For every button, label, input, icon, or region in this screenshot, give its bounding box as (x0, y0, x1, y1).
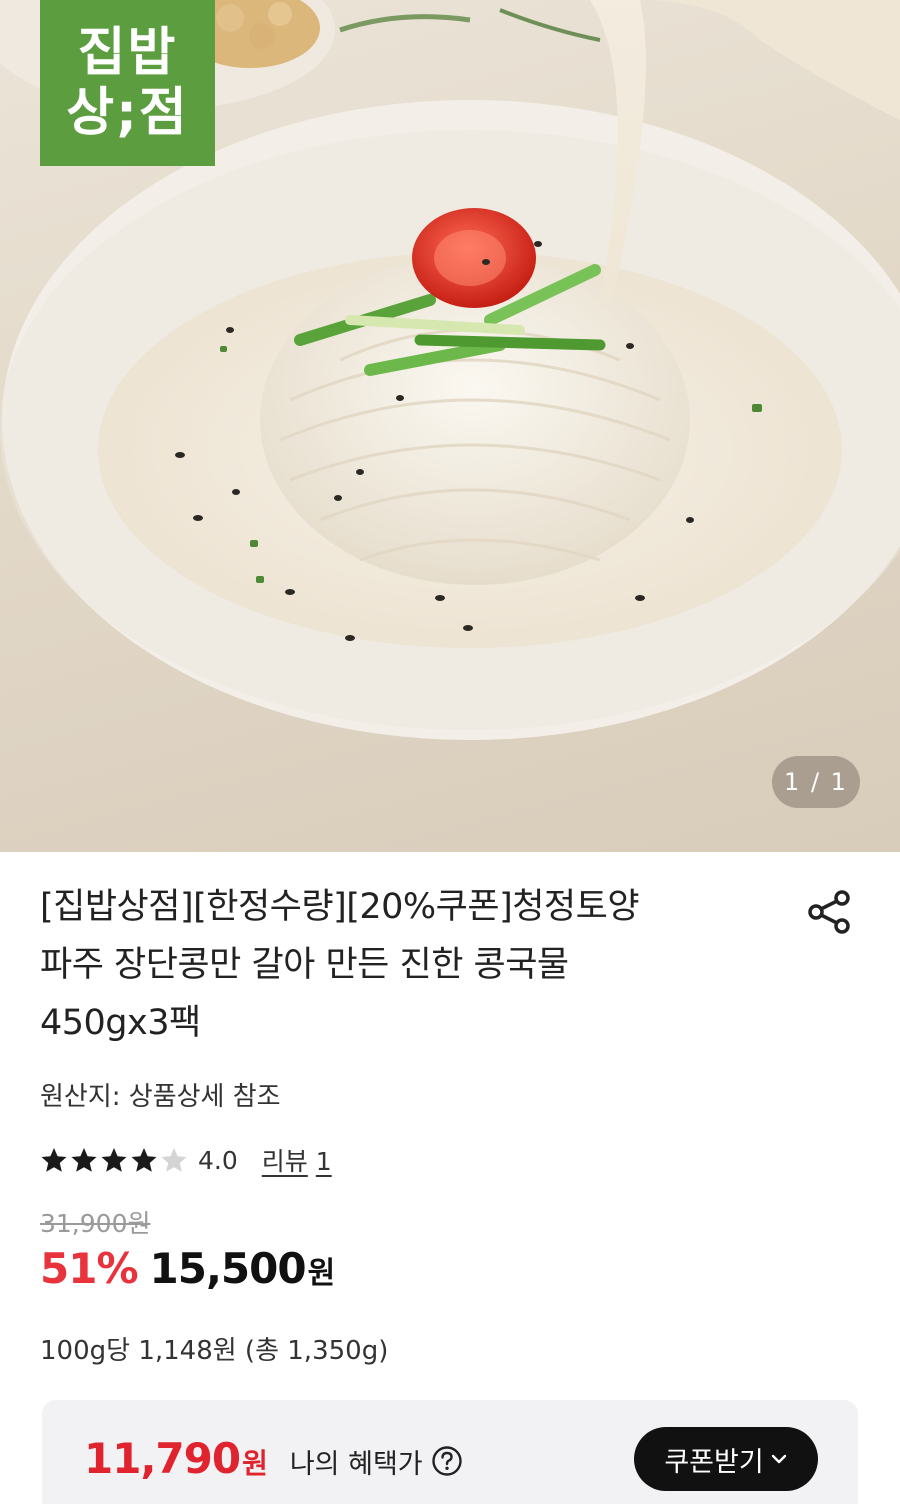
review-link[interactable]: 리뷰 1 (262, 1142, 332, 1178)
image-pager: 1 / 1 (772, 756, 860, 808)
brand-logo-line1: 집밥 (77, 23, 178, 83)
benefit-label: 나의 혜택가 (289, 1449, 423, 1480)
get-coupon-button[interactable]: 쿠폰받기 (634, 1427, 818, 1491)
rating-score: 4.0 (198, 1145, 238, 1175)
price-unit: 원 (307, 1256, 336, 1291)
star-icon (161, 1148, 187, 1172)
benefit-price: 11,790 원 나의 혜택가 (84, 1434, 463, 1483)
brand-logo: 집밥 상;점 (40, 0, 215, 166)
share-button[interactable] (804, 886, 856, 938)
star-rating (40, 1146, 190, 1174)
coupon-banner: 11,790 원 나의 혜택가 쿠폰받기 (42, 1400, 858, 1504)
star-icon (71, 1148, 97, 1172)
star-icon (41, 1148, 67, 1172)
question-circle-icon[interactable] (431, 1445, 463, 1477)
original-price: 31,900원 (40, 1209, 151, 1238)
star-icon (101, 1148, 127, 1172)
sale-price: 15,500 (149, 1244, 307, 1293)
review-label: 리뷰 (261, 1147, 308, 1176)
benefit-unit: 원 (242, 1447, 268, 1480)
get-coupon-label: 쿠폰받기 (664, 1446, 764, 1478)
share-icon (808, 890, 850, 934)
product-title-line3: 450gx3팩 (40, 1003, 201, 1043)
price-row: 51% 15,500 원 (40, 1244, 335, 1293)
product-title-line2: 파주 장단콩만 갈아 만든 진한 콩국물 (40, 945, 569, 985)
review-count: 1 (315, 1147, 332, 1176)
discount-rate: 51% (40, 1244, 139, 1293)
product-title-line1: [집밥상점][한정수량][20%쿠폰]청정토양 (40, 887, 640, 927)
star-icon (131, 1148, 157, 1172)
origin-info: 원산지: 상품상세 참조 (40, 1082, 281, 1112)
rating-row: 4.0 리뷰 1 (40, 1140, 332, 1180)
brand-logo-line2: 상;점 (66, 83, 189, 143)
product-image[interactable]: 집밥 상;점 1 / 1 (0, 0, 900, 852)
product-title: [집밥상점][한정수량][20%쿠폰]청정토양 파주 장단콩만 갈아 만든 진한… (40, 878, 760, 1052)
chevron-down-icon (771, 1454, 786, 1464)
benefit-amount: 11,790 (84, 1434, 241, 1483)
unit-price: 100g당 1,148원 (총 1,350g) (40, 1336, 389, 1366)
